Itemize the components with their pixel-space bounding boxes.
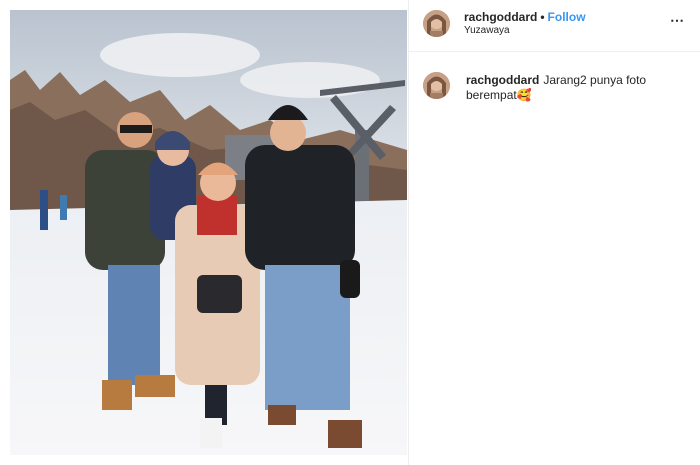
header-user-line: rachgoddard • Follow <box>464 10 586 24</box>
more-horizontal-icon[interactable]: ⋯ <box>670 12 685 29</box>
profile-picture-image <box>423 10 450 37</box>
separator-dot: • <box>540 10 545 24</box>
post-photo-image <box>10 10 407 455</box>
post-sidebar: rachgoddard • Follow Yuzawaya ⋯ rachgoddar… <box>408 0 700 465</box>
follow-button[interactable]: Follow <box>548 10 586 24</box>
post-photo[interactable] <box>10 10 407 455</box>
avatar[interactable] <box>423 10 450 37</box>
profile-picture-image <box>423 72 450 99</box>
comment-body: rachgoddard Jarang2 punya foto berempat🥰 <box>466 73 686 103</box>
header-username[interactable]: rachgoddard <box>464 10 537 24</box>
comment-username[interactable]: rachgoddard <box>466 73 539 87</box>
post-header: rachgoddard • Follow Yuzawaya ⋯ <box>409 0 700 52</box>
post-location[interactable]: Yuzawaya <box>464 25 510 36</box>
avatar[interactable] <box>423 72 450 99</box>
instagram-post: rachgoddard • Follow Yuzawaya ⋯ rachgoddar… <box>0 0 700 465</box>
